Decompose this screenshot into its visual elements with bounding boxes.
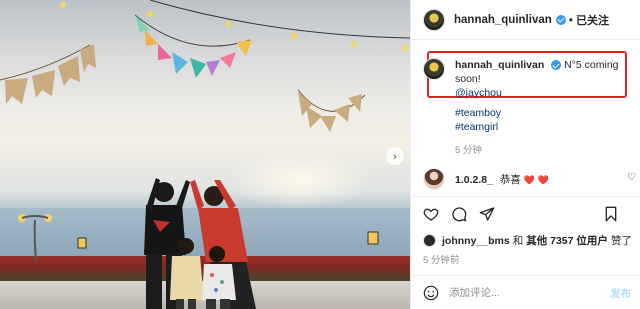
- like-heart-icon[interactable]: [423, 206, 439, 222]
- verified-badge-icon: [555, 14, 566, 25]
- hashtag-link[interactable]: #teamgirl: [455, 120, 501, 134]
- comment-body: 恭喜: [499, 173, 521, 186]
- following-button[interactable]: 已关注: [576, 12, 609, 28]
- share-paper-plane-icon[interactable]: [479, 206, 495, 222]
- header-separator: •: [568, 12, 573, 27]
- post-comment-button[interactable]: 发布: [610, 286, 631, 301]
- post-actions: [411, 196, 640, 230]
- likes-others-link[interactable]: 其他 7357 位用户: [526, 233, 608, 248]
- emoji-smiley-icon[interactable]: [423, 285, 439, 301]
- instagram-post: › hannah_quinlivan • 已关注 hannah_quinliva…: [0, 0, 640, 309]
- comment-item: 1.0.2.8_ 恭喜 ❤️ ❤️ ♡: [423, 168, 638, 190]
- caption-hashtags: #teamboy #teamgirl: [455, 106, 501, 134]
- post-photo[interactable]: ›: [0, 0, 410, 309]
- verified-badge-icon: [551, 60, 562, 71]
- next-photo-button[interactable]: ›: [386, 147, 404, 165]
- comment-bubble-icon[interactable]: [451, 206, 467, 222]
- header-username[interactable]: hannah_quinlivan: [454, 14, 552, 26]
- liker-avatar[interactable]: [423, 234, 436, 247]
- comment-input[interactable]: [449, 286, 599, 299]
- bookmark-icon[interactable]: [603, 206, 619, 222]
- likes-connector: 和: [512, 235, 524, 247]
- caption-timestamp: 5 分钟: [455, 145, 482, 156]
- post-timestamp: 5 分钟前: [423, 255, 460, 266]
- commenter-avatar[interactable]: [423, 168, 445, 190]
- likes-suffix: 赞了: [610, 235, 632, 247]
- chevron-right-icon: ›: [392, 149, 398, 163]
- comment-text: 1.0.2.8_ 恭喜 ❤️ ❤️: [455, 172, 549, 187]
- hashtag-link[interactable]: #teamboy: [455, 106, 501, 120]
- post-header: hannah_quinlivan • 已关注: [411, 0, 640, 40]
- post-side-panel: hannah_quinlivan • 已关注 hannah_quinlivan …: [410, 0, 640, 309]
- comment-hearts: ❤️ ❤️: [523, 174, 549, 185]
- likes-summary: johnny__bms 和 其他 7357 位用户 赞了: [423, 233, 632, 248]
- add-comment-bar: 发布: [411, 275, 640, 309]
- liker-username[interactable]: johnny__bms: [442, 235, 510, 247]
- caption-mention-link[interactable]: @jaychou: [455, 87, 502, 99]
- caption-username[interactable]: hannah_quinlivan: [455, 59, 544, 71]
- caption: hannah_quinlivan N°5 coming soon! @jaych…: [423, 58, 625, 100]
- photo-scene: [0, 0, 410, 309]
- commenter-username[interactable]: 1.0.2.8_: [455, 174, 493, 186]
- caption-avatar[interactable]: [423, 58, 445, 80]
- avatar[interactable]: [423, 8, 445, 31]
- comment-like-heart-icon[interactable]: ♡: [627, 172, 636, 183]
- caption-text: hannah_quinlivan N°5 coming soon! @jaych…: [455, 58, 625, 100]
